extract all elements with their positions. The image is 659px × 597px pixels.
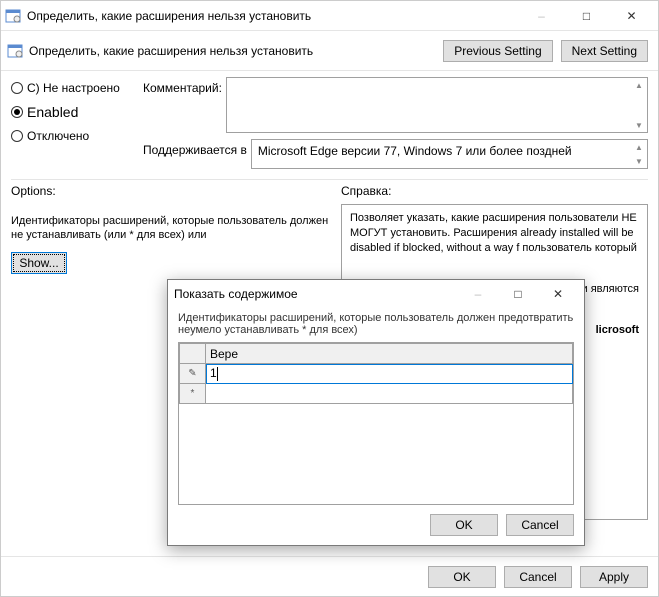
titlebar: Определить, какие расширения нельзя уста… — [1, 1, 658, 31]
value-grid[interactable]: Вере ✎ 1 * — [178, 342, 574, 505]
apply-button[interactable]: Apply — [580, 566, 648, 588]
dialog-titlebar: Показать содержимое – □ ✕ — [168, 280, 584, 308]
close-button[interactable]: ✕ — [609, 1, 654, 30]
show-button[interactable]: Show... — [11, 252, 67, 274]
comment-field[interactable]: ▲ ▼ — [226, 77, 648, 133]
radio-disabled-row[interactable]: Отключено — [11, 125, 141, 147]
text-cursor — [217, 367, 218, 381]
dialog-ok-button[interactable]: OK — [430, 514, 498, 536]
ok-button[interactable]: OK — [428, 566, 496, 588]
grid-row[interactable]: * — [180, 384, 573, 404]
next-setting-button[interactable]: Next Setting — [561, 40, 648, 62]
previous-setting-button[interactable]: Previous Setting — [443, 40, 552, 62]
window-controls: – □ ✕ — [519, 1, 654, 30]
show-contents-dialog: Показать содержимое – □ ✕ Идентификаторы… — [167, 279, 585, 546]
grid-cell-empty[interactable] — [206, 384, 573, 404]
help-p1: Позволяет указать, какие расширения поль… — [350, 211, 639, 256]
policy-icon — [5, 8, 21, 24]
cancel-button[interactable]: Cancel — [504, 566, 572, 588]
comment-row: Комментарий: ▲ ▼ — [143, 77, 648, 133]
grid-column-header[interactable]: Вере — [206, 344, 573, 364]
help-label: Справка: — [341, 184, 648, 198]
upper-section: C) Не настроено Enabled Отключено Коммен… — [11, 77, 648, 175]
dialog-description: Идентификаторы расширений, которые польз… — [168, 308, 584, 342]
dialog-title: Показать содержимое — [174, 287, 458, 301]
window-title: Определить, какие расширения нельзя уста… — [27, 9, 519, 23]
policy-icon — [7, 43, 23, 59]
radio-not-configured[interactable] — [11, 82, 23, 94]
dialog-footer: OK Cancel — [168, 505, 584, 545]
radio-not-configured-row[interactable]: C) Не настроено — [11, 77, 141, 99]
maximize-button[interactable]: □ — [564, 1, 609, 30]
policy-name: Определить, какие расширения нельзя уста… — [29, 44, 435, 58]
dialog-minimize-button[interactable]: – — [458, 280, 498, 308]
supported-value: Microsoft Edge версии 77, Windows 7 или … — [258, 144, 572, 158]
grid-header-row: Вере — [180, 344, 573, 364]
comment-label: Комментарий: — [143, 77, 226, 133]
grid-row-marker-edit: ✎ — [180, 364, 206, 384]
main-footer: OK Cancel Apply — [1, 556, 658, 596]
grid-table: Вере ✎ 1 * — [179, 343, 573, 404]
right-column: Комментарий: ▲ ▼ Поддерживается в Micros… — [141, 77, 648, 175]
grid-cell-editing[interactable]: 1 — [206, 364, 573, 384]
dialog-close-button[interactable]: ✕ — [538, 280, 578, 308]
dialog-cancel-button[interactable]: Cancel — [506, 514, 574, 536]
scroll-up-icon[interactable]: ▲ — [631, 78, 647, 92]
radio-not-configured-label: C) Не настроено — [27, 77, 120, 99]
scroll-down-icon[interactable]: ▼ — [631, 118, 647, 132]
radio-enabled[interactable] — [11, 106, 23, 118]
options-description: Идентификаторы расширений, которые польз… — [11, 214, 341, 242]
radio-enabled-label: Enabled — [27, 101, 78, 123]
grid-corner — [180, 344, 206, 364]
supported-label: Поддерживается в — [143, 139, 251, 169]
supported-row: Поддерживается в Microsoft Edge версии 7… — [143, 139, 648, 169]
radio-disabled[interactable] — [11, 130, 23, 142]
state-radios: C) Не настроено Enabled Отключено — [11, 77, 141, 175]
header-row: Определить, какие расширения нельзя уста… — [1, 31, 658, 71]
grid-cell-value: 1 — [210, 366, 217, 380]
options-label: Options: — [11, 184, 341, 198]
radio-enabled-row[interactable]: Enabled — [11, 101, 141, 123]
radio-disabled-label: Отключено — [27, 125, 89, 147]
supported-field: Microsoft Edge версии 77, Windows 7 или … — [251, 139, 648, 169]
grid-row[interactable]: ✎ 1 — [180, 364, 573, 384]
scroll-down-icon[interactable]: ▼ — [631, 154, 647, 168]
minimize-button[interactable]: – — [519, 1, 564, 30]
dialog-maximize-button[interactable]: □ — [498, 280, 538, 308]
scroll-up-icon[interactable]: ▲ — [631, 140, 647, 154]
grid-row-marker-new: * — [180, 384, 206, 404]
